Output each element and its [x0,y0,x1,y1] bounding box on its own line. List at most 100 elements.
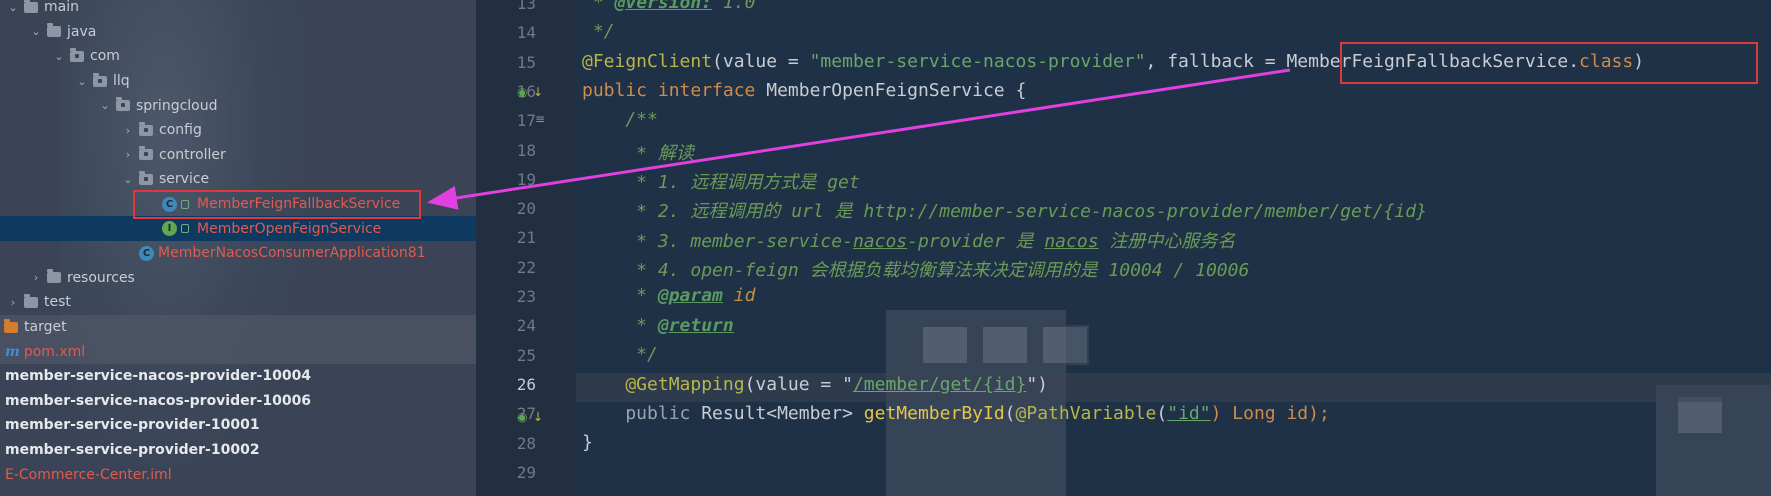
maven-icon: m [5,343,20,360]
code-line-22[interactable]: * 4. open-feign 会根据负载均衡算法来决定调用的是 10004 /… [582,256,1249,282]
code-line-17[interactable]: /** [582,109,658,130]
chevron-down-icon[interactable]: ⌄ [6,1,20,14]
line-number[interactable]: 18 [476,141,536,160]
chevron-right-icon[interactable]: › [29,271,43,284]
tree-item[interactable]: member-service-nacos-provider-10006 [0,389,476,414]
code-line-27[interactable]: public Result<Member> getMemberById(@Pat… [582,403,1329,424]
package-icon [139,146,153,161]
tree-item[interactable]: C MemberNacosConsumerApplication81 [0,241,476,266]
code-line-16[interactable]: public interface MemberOpenFeignService … [582,80,1026,101]
code-text: ( [1156,403,1168,424]
implemented-by-icon[interactable]: ◉ [517,85,527,99]
comment-text: -provider 是 [907,231,1045,252]
tree-item[interactable]: m pom.xml [0,339,476,364]
tree-item[interactable]: ⌄ llq [0,69,476,94]
code-line-14[interactable]: */ [582,21,615,42]
interface-icon: I [162,221,177,237]
javadoc-tag: @version: [614,0,713,13]
code-line-25[interactable]: */ [582,344,658,365]
javadoc-value: 1.0 [712,0,756,13]
tree-item[interactable]: ⌄ com [0,44,476,69]
tree-item-label: MemberNacosConsumerApplication81 [158,245,426,262]
line-number[interactable]: 20 [476,199,536,218]
chevron-right-icon[interactable]: › [121,124,135,137]
tree-item[interactable]: › resources [0,266,476,291]
comment-text: nacos [852,231,908,252]
tree-item-label: member-service-provider-10001 [5,417,260,434]
tree-item-label: main [44,0,79,16]
package-icon [70,47,84,62]
tree-item-label: member-service-nacos-provider-10006 [5,392,312,409]
line-number[interactable]: 15 [476,53,536,72]
line-number[interactable]: 26 [476,375,536,394]
line-number[interactable]: 14 [476,23,536,42]
folder-icon [47,269,61,284]
folder-icon [47,23,61,38]
chevron-down-icon[interactable]: ⌄ [29,25,43,38]
code-text: { [1004,80,1027,101]
tree-item[interactable]: › controller [0,143,476,168]
code-line-23[interactable]: * @param id [582,285,755,306]
comment-text: nacos [1044,231,1099,252]
code-line-19[interactable]: * 1. 远程调用方式是 get [582,168,860,194]
tree-item[interactable]: ⌄ springcloud [0,93,476,118]
line-number[interactable]: 22 [476,258,536,277]
chevron-right-icon[interactable]: › [6,296,20,309]
line-number[interactable]: 25 [476,346,536,365]
code-line-20[interactable]: * 2. 远程调用的 url 是 http://member-service-n… [582,197,1427,223]
fallback-highlight-box [133,190,421,219]
comment-text: 注册中心服务名 [1098,231,1236,252]
tree-item[interactable]: I MemberOpenFeignService [0,216,476,241]
code-line-18[interactable]: * 解读 [582,139,694,165]
tree-item[interactable]: ⌄ main [0,0,476,20]
folder-icon [24,293,38,308]
fallback-class-highlight-box [1340,42,1758,84]
line-number[interactable]: 29 [476,463,536,482]
code-line-24[interactable]: * @return [582,315,734,336]
chevron-down-icon[interactable]: ⌄ [98,99,112,112]
tree-item[interactable]: target [0,314,476,340]
background-window [981,325,1029,365]
tree-item[interactable]: member-service-nacos-provider-10004 [0,364,476,389]
chevron-down-icon[interactable]: ⌄ [75,75,89,88]
chevron-right-icon[interactable]: › [121,148,135,161]
annotation: @GetMapping [582,374,745,395]
spring-app-icon: C [139,245,154,261]
folder-icon [24,0,38,13]
tree-item[interactable]: member-service-provider-10001 [0,413,476,438]
tree-item[interactable]: member-service-provider-10002 [0,438,476,463]
line-number[interactable]: 23 [476,287,536,306]
line-number[interactable]: 19 [476,170,536,189]
tree-item[interactable]: ⌄ service [0,167,476,192]
tree-item-label: java [67,23,97,40]
tree-item-label: springcloud [136,97,218,114]
implements-icon[interactable]: ↓ [533,410,543,424]
implements-icon[interactable]: ↓ [533,85,543,99]
tree-item[interactable]: ⌄ java [0,20,476,45]
package-icon [139,121,153,136]
code-text: ") [1026,374,1049,395]
tree-item-label: llq [113,73,130,90]
chevron-down-icon[interactable]: ⌄ [52,50,66,63]
code-line-28[interactable]: } [582,432,593,453]
tree-item[interactable]: › config [0,118,476,143]
line-number[interactable]: 21 [476,228,536,247]
tree-item[interactable]: › test [0,290,476,315]
comment-star: * [582,0,615,13]
line-number[interactable]: 13 [476,0,536,13]
code-text: (value = [712,51,810,72]
tree-item-label: service [159,171,210,188]
implemented-by-icon[interactable]: ◉ [517,410,527,424]
line-number[interactable]: 24 [476,316,536,335]
project-tree-panel: ⌄ main ⌄ java ⌄ com ⌄ llq ⌄ springcloud › config › co… [0,0,476,496]
line-number[interactable]: 17 [476,111,536,130]
line-number[interactable]: 28 [476,434,536,453]
javadoc-value: id [722,285,756,306]
string-literal: "member-service-nacos-provider" [809,51,1146,72]
chevron-down-icon[interactable]: ⌄ [121,173,135,186]
structure-icon[interactable]: ≡ [535,112,545,126]
code-line-26[interactable]: @GetMapping(value = "/member/get/{id}") [582,374,1048,395]
code-line-21[interactable]: * 3. member-service-nacos-provider 是 nac… [582,227,1235,253]
code-line-13[interactable]: * @version: 1.0 [582,0,756,13]
tree-item[interactable]: E-Commerce-Center.iml [0,462,476,487]
